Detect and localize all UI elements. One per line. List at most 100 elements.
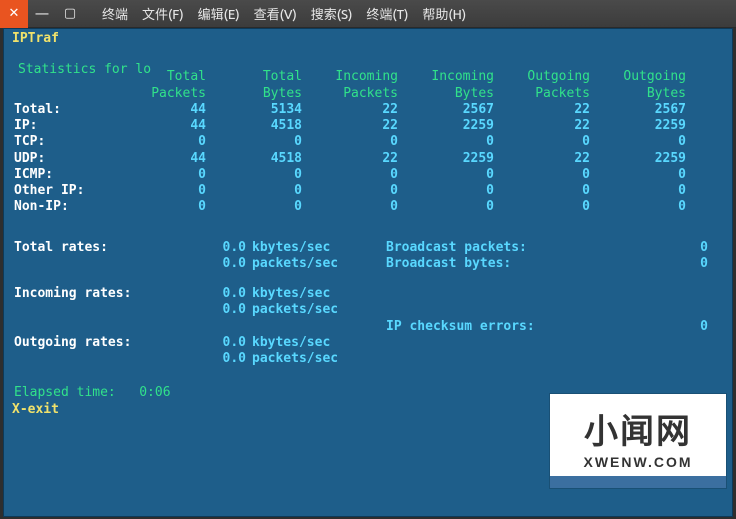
menu-view[interactable]: 查看(V) bbox=[254, 4, 297, 23]
row-label: Non-IP: bbox=[14, 199, 110, 215]
total-rate-kbytes: 0.0 bbox=[190, 240, 246, 256]
terminal-area[interactable]: IPTraf Statistics for lo Total Total Inc… bbox=[3, 28, 733, 517]
row-value: 2567 bbox=[590, 102, 686, 118]
row-value: 0 bbox=[206, 199, 302, 215]
table-row: ICMP:000000 bbox=[14, 167, 722, 183]
row-value: 22 bbox=[494, 102, 590, 118]
outgoing-rate-kbytes: 0.0 bbox=[190, 335, 246, 351]
menu-file[interactable]: 文件(F) bbox=[142, 4, 184, 23]
window-controls: ✕ — ▢ bbox=[0, 0, 84, 28]
row-value: 22 bbox=[494, 118, 590, 134]
row-value: 0 bbox=[110, 167, 206, 183]
table-row: IP:444518222259222259 bbox=[14, 118, 722, 134]
table-header-row: Packets Bytes Packets Bytes Packets Byte… bbox=[14, 86, 722, 102]
broadcast-packets-value: 0 bbox=[588, 240, 708, 256]
row-value: 0 bbox=[398, 167, 494, 183]
kbytes-unit: kbytes/sec bbox=[246, 240, 386, 256]
hdr-in-bytes-b: Bytes bbox=[398, 86, 494, 102]
hdr-out-packets-b: Packets bbox=[494, 86, 590, 102]
row-value: 44 bbox=[110, 151, 206, 167]
row-value: 4518 bbox=[206, 151, 302, 167]
incoming-rates-label: Incoming rates: bbox=[14, 286, 190, 302]
total-rates-label: Total rates: bbox=[14, 240, 190, 256]
row-label: ICMP: bbox=[14, 167, 110, 183]
row-value: 4518 bbox=[206, 118, 302, 134]
watermark: 小闻网 XWENW.COM bbox=[550, 394, 726, 488]
row-label: UDP: bbox=[14, 151, 110, 167]
menu-bar: 终端 文件(F) 编辑(E) 查看(V) 搜索(S) 终端(T) 帮助(H) bbox=[102, 4, 466, 23]
hdr-total-bytes-a: Total bbox=[206, 69, 302, 85]
kbytes-unit: kbytes/sec bbox=[246, 335, 386, 351]
kbytes-unit: kbytes/sec bbox=[246, 286, 386, 302]
row-value: 22 bbox=[302, 118, 398, 134]
row-value: 0 bbox=[110, 134, 206, 150]
elapsed-value: 0:06 bbox=[139, 385, 170, 400]
ip-cksum-label: IP checksum errors: bbox=[386, 319, 588, 335]
row-value: 22 bbox=[302, 102, 398, 118]
row-value: 0 bbox=[398, 134, 494, 150]
hdr-in-bytes-a: Incoming bbox=[398, 69, 494, 85]
row-value: 2259 bbox=[398, 118, 494, 134]
row-value: 0 bbox=[302, 199, 398, 215]
row-value: 2259 bbox=[398, 151, 494, 167]
table-row: Non-IP:000000 bbox=[14, 199, 722, 215]
row-value: 22 bbox=[494, 151, 590, 167]
window-titlebar: ✕ — ▢ 终端 文件(F) 编辑(E) 查看(V) 搜索(S) 终端(T) 帮… bbox=[0, 0, 736, 28]
hdr-total-packets-b: Packets bbox=[110, 86, 206, 102]
watermark-url: XWENW.COM bbox=[584, 454, 693, 472]
row-value: 0 bbox=[110, 183, 206, 199]
row-value: 0 bbox=[206, 183, 302, 199]
stats-table: Total Total Incoming Incoming Outgoing O… bbox=[10, 63, 726, 219]
broadcast-packets-label: Broadcast packets: bbox=[386, 240, 588, 256]
stats-box: Statistics for lo Total Total Incoming I… bbox=[10, 63, 726, 401]
ip-cksum-value: 0 bbox=[588, 319, 708, 335]
row-value: 0 bbox=[494, 167, 590, 183]
row-value: 0 bbox=[494, 199, 590, 215]
row-value: 0 bbox=[590, 199, 686, 215]
menu-search[interactable]: 搜索(S) bbox=[311, 4, 353, 23]
row-value: 0 bbox=[302, 134, 398, 150]
row-value: 0 bbox=[590, 167, 686, 183]
hdr-out-bytes-b: Bytes bbox=[590, 86, 686, 102]
menu-help[interactable]: 帮助(H) bbox=[422, 4, 466, 23]
incoming-rate-packets: 0.0 bbox=[190, 302, 246, 318]
row-value: 0 bbox=[590, 183, 686, 199]
rates-section: Total rates: 0.0 kbytes/sec Broadcast pa… bbox=[10, 240, 726, 368]
row-value: 0 bbox=[494, 183, 590, 199]
watermark-text: 小闻网 bbox=[584, 411, 692, 454]
broadcast-bytes-value: 0 bbox=[588, 256, 708, 272]
row-value: 44 bbox=[110, 118, 206, 134]
menu-edit[interactable]: 编辑(E) bbox=[198, 4, 240, 23]
row-value: 0 bbox=[206, 167, 302, 183]
packets-unit: packets/sec bbox=[246, 351, 386, 367]
incoming-rate-kbytes: 0.0 bbox=[190, 286, 246, 302]
maximize-button[interactable]: ▢ bbox=[56, 0, 84, 28]
broadcast-bytes-label: Broadcast bytes: bbox=[386, 256, 588, 272]
row-value: 0 bbox=[398, 199, 494, 215]
hdr-in-packets-a: Incoming bbox=[302, 69, 398, 85]
row-label: Other IP: bbox=[14, 183, 110, 199]
row-label: TCP: bbox=[14, 134, 110, 150]
menu-terminal[interactable]: 终端 bbox=[102, 4, 128, 23]
total-rate-packets: 0.0 bbox=[190, 256, 246, 272]
menu-terminal2[interactable]: 终端(T) bbox=[366, 4, 408, 23]
table-row: Total:445134222567222567 bbox=[14, 102, 722, 118]
minimize-button[interactable]: — bbox=[28, 0, 56, 28]
row-value: 22 bbox=[302, 151, 398, 167]
table-row: TCP:000000 bbox=[14, 134, 722, 150]
stats-box-label: Statistics for lo bbox=[18, 62, 151, 78]
row-value: 0 bbox=[302, 167, 398, 183]
close-button[interactable]: ✕ bbox=[0, 0, 28, 28]
row-label: Total: bbox=[14, 102, 110, 118]
elapsed-label: Elapsed time: bbox=[14, 385, 116, 400]
row-value: 44 bbox=[110, 102, 206, 118]
row-value: 0 bbox=[398, 183, 494, 199]
row-value: 0 bbox=[590, 134, 686, 150]
outgoing-rate-packets: 0.0 bbox=[190, 351, 246, 367]
row-value: 0 bbox=[206, 134, 302, 150]
hdr-total-bytes-b: Bytes bbox=[206, 86, 302, 102]
table-row: Other IP:000000 bbox=[14, 183, 722, 199]
row-value: 0 bbox=[110, 199, 206, 215]
hdr-in-packets-b: Packets bbox=[302, 86, 398, 102]
app-title: IPTraf bbox=[8, 31, 728, 47]
